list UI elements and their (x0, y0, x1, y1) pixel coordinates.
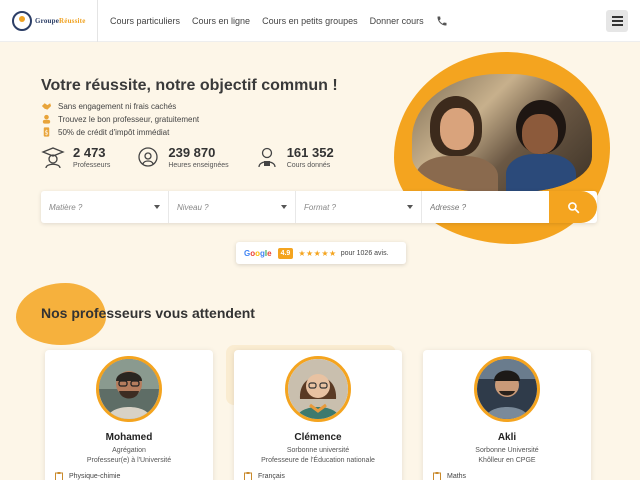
teacher-card[interactable]: Clémence Sorbonne université Professeure… (234, 350, 402, 480)
stat-label: Heures enseignées (168, 161, 229, 169)
teacher-avatar (285, 356, 351, 422)
hamburger-line-icon (611, 24, 623, 26)
money-icon: $ (43, 127, 50, 137)
teacher-icon (42, 114, 51, 124)
teacher-subject: Physique-chimie (55, 472, 120, 480)
hero-photo-shape (506, 154, 576, 192)
select-label: Niveau ? (177, 202, 209, 212)
handshake-icon (41, 103, 52, 110)
teacher-card[interactable]: Mohamed Agrégation Professeur(e) à l'Uni… (45, 350, 213, 480)
google-logo-letter: e (267, 248, 272, 258)
logo-text-part1: Groupe (35, 16, 60, 25)
teacher-credential: Agrégation (112, 447, 146, 454)
stat-professeurs: 2 473 Professeurs (41, 145, 110, 169)
google-rating-badge[interactable]: Google 4.9 ★★★★★ pour 1026 avis. (236, 242, 406, 264)
teacher-avatar (96, 356, 162, 422)
hero-photo (412, 74, 592, 192)
stat-cours: 161 352 Cours donnés (255, 145, 334, 169)
stat-label: Cours donnés (286, 161, 331, 169)
stat-heures: 239 870 Heures enseignées (136, 144, 229, 169)
avatar-photo (288, 359, 348, 419)
subject-label: Physique-chimie (69, 473, 121, 480)
clipboard-icon (433, 472, 441, 480)
benefit-text: Trouvez le bon professeur, gratuitement (58, 114, 200, 124)
subject-label: Français (258, 473, 285, 480)
search-bar: Matière ? Niveau ? Format ? (41, 191, 597, 223)
hamburger-line-icon (611, 20, 623, 22)
benefit-item: $ 50% de crédit d'impôt immédiat (41, 126, 199, 138)
logo-icon (12, 10, 32, 31)
graduate-icon (41, 147, 65, 169)
teacher-credential: Sorbonne Université (475, 447, 539, 454)
caret-down-icon (154, 205, 160, 209)
teacher-name: Mohamed (105, 432, 153, 443)
student-icon (258, 147, 276, 168)
teacher-subject: Maths (433, 472, 466, 480)
select-label: Matière ? (49, 202, 83, 212)
clipboard-icon (244, 472, 252, 480)
search-icon (567, 201, 579, 213)
star-rating-icon: ★★★★★ (298, 248, 337, 258)
benefits-list: Sans engagement ni frais cachés Trouvez … (41, 100, 199, 139)
hero-photo-shape (440, 108, 474, 150)
stats-row: 2 473 Professeurs 239 870 Heures enseignée… (41, 145, 360, 169)
hero-photo-shape (416, 156, 498, 192)
select-label: Format ? (304, 202, 337, 212)
hero-title: Votre réussite, notre objectif commun ! (41, 77, 338, 94)
clock-person-icon (138, 147, 159, 167)
teacher-avatar (474, 356, 540, 422)
caret-down-icon (407, 205, 413, 209)
search-button[interactable] (549, 191, 597, 223)
address-input[interactable] (422, 191, 549, 223)
main-nav: Cours particuliers Cours en ligne Cours … (110, 15, 448, 27)
format-select[interactable]: Format ? (296, 191, 422, 223)
nav-donner-cours[interactable]: Donner cours (370, 16, 424, 26)
rating-score: 4.9 (277, 247, 294, 259)
stat-value: 2 473 (73, 144, 106, 160)
top-header: GroupeRéussite Cours particuliers Cours … (0, 0, 640, 42)
matiere-select[interactable]: Matière ? (41, 191, 169, 223)
phone-icon[interactable] (436, 15, 448, 27)
benefit-item: Trouvez le bon professeur, gratuitement (41, 113, 199, 125)
caret-down-icon (281, 205, 287, 209)
section-title: Nos professeurs vous attendent (41, 305, 255, 321)
avatar-photo (477, 359, 537, 419)
nav-cours-petits-groupes[interactable]: Cours en petits groupes (262, 16, 358, 26)
teacher-credential: Sorbonne université (286, 447, 350, 454)
stat-value: 239 870 (168, 144, 216, 160)
teacher-name: Akli (497, 432, 517, 443)
benefit-text: Sans engagement ni frais cachés (58, 101, 177, 111)
teacher-position: Professeure de l'Éducation nationale (261, 457, 375, 464)
hero-photo-shape (522, 114, 558, 154)
teacher-position: Khôlleur en CPGE (478, 457, 536, 464)
benefit-item: Sans engagement ni frais cachés (41, 100, 199, 112)
google-logo: Google (244, 249, 272, 258)
niveau-select[interactable]: Niveau ? (169, 191, 296, 223)
teacher-position: Professeur(e) à l'Université (86, 457, 172, 464)
stat-label: Professeurs (73, 161, 111, 169)
logo-text: GroupeRéussite (35, 17, 86, 25)
hamburger-line-icon (611, 16, 623, 18)
review-count: pour 1026 avis. (340, 249, 389, 257)
nav-cours-en-ligne[interactable]: Cours en ligne (192, 16, 250, 26)
teacher-card[interactable]: Akli Sorbonne Université Khôlleur en CPG… (423, 350, 591, 480)
teacher-subject: Français (244, 472, 285, 480)
subject-label: Maths (447, 473, 467, 480)
avatar-photo (99, 359, 159, 419)
svg-text:$: $ (44, 129, 48, 137)
nav-cours-particuliers[interactable]: Cours particuliers (110, 16, 180, 26)
stat-value: 161 352 (286, 144, 334, 160)
hamburger-menu-button[interactable] (606, 10, 628, 32)
site-logo[interactable]: GroupeRéussite (0, 0, 98, 42)
clipboard-icon (55, 472, 63, 480)
logo-text-part2: Réussite (59, 16, 86, 25)
teacher-name: Clémence (294, 432, 342, 443)
benefit-text: 50% de crédit d'impôt immédiat (58, 127, 170, 137)
